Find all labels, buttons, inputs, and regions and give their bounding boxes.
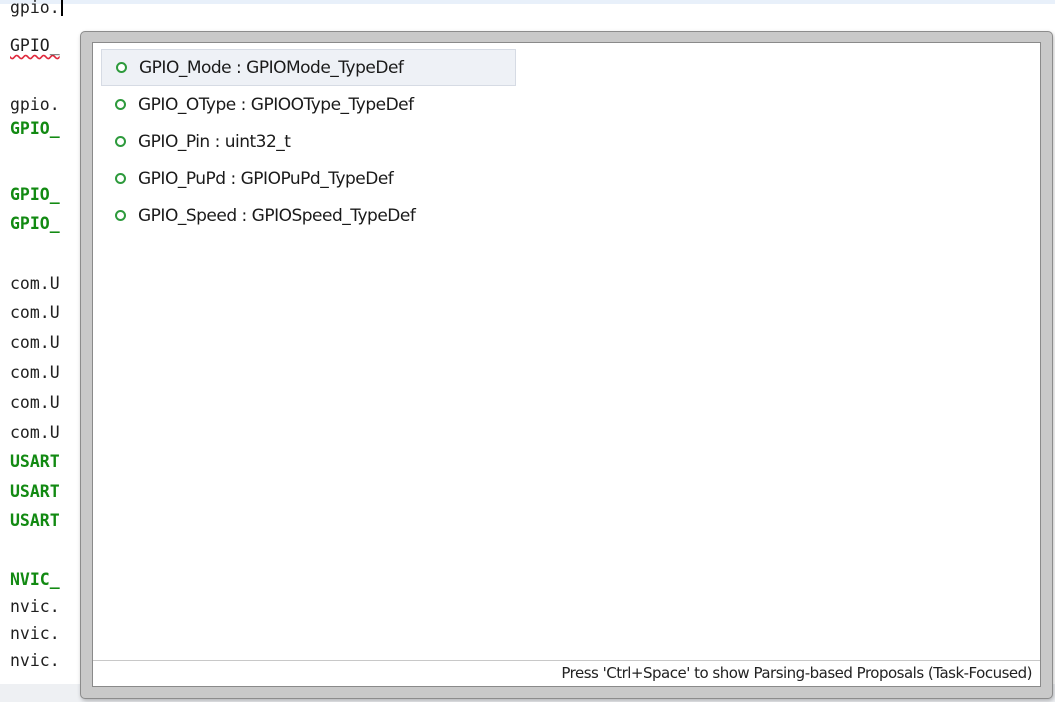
field-icon	[115, 210, 126, 221]
proposal-status-bar: Press 'Ctrl+Space' to show Parsing-based…	[93, 660, 1040, 686]
code-line[interactable]: GPIO_	[10, 118, 60, 140]
code-line[interactable]: gpio.	[10, 94, 60, 116]
proposal-label: GPIO_Pin : uint32_t	[138, 131, 291, 152]
code-line[interactable]: NVIC_	[10, 569, 60, 591]
code-line[interactable]: com.U	[10, 422, 60, 444]
error-squiggle: GPIO_	[10, 36, 60, 55]
proposal-item[interactable]: GPIO_Speed : GPIOSpeed_TypeDef	[101, 197, 1032, 234]
proposal-item[interactable]: GPIO_Pin : uint32_t	[101, 123, 1032, 160]
code-line[interactable]: gpio.	[10, 0, 63, 19]
code-line[interactable]: USART	[10, 510, 60, 532]
code-line[interactable]: com.U	[10, 332, 60, 354]
code-line[interactable]: com.U	[10, 302, 60, 324]
code-line[interactable]: com.U	[10, 362, 60, 384]
code-line[interactable]: com.U	[10, 273, 60, 295]
field-icon	[116, 62, 127, 73]
code-line[interactable]: USART	[10, 451, 60, 473]
proposal-label: GPIO_Mode : GPIOMode_TypeDef	[139, 57, 404, 78]
proposal-label: GPIO_OType : GPIOOType_TypeDef	[138, 94, 414, 115]
proposal-list: GPIO_Mode : GPIOMode_TypeDef GPIO_OType …	[101, 49, 1032, 234]
code-line[interactable]: GPIO_	[10, 213, 60, 235]
code-line[interactable]: nvic.	[10, 596, 60, 618]
proposal-item[interactable]: GPIO_PuPd : GPIOPuPd_TypeDef	[101, 160, 1032, 197]
content-assist-popup: GPIO_Mode : GPIOMode_TypeDef GPIO_OType …	[92, 42, 1041, 687]
code-line[interactable]: com.U	[10, 392, 60, 414]
proposal-item[interactable]: GPIO_Mode : GPIOMode_TypeDef	[101, 49, 516, 86]
field-icon	[115, 99, 126, 110]
code-line[interactable]: USART	[10, 481, 60, 503]
code-line[interactable]: nvic.	[10, 650, 60, 672]
code-line[interactable]: nvic.	[10, 623, 60, 645]
field-icon	[115, 173, 126, 184]
proposal-label: GPIO_PuPd : GPIOPuPd_TypeDef	[138, 168, 394, 189]
code-line[interactable]: GPIO_	[10, 35, 60, 57]
proposal-item[interactable]: GPIO_OType : GPIOOType_TypeDef	[101, 86, 1032, 123]
field-icon	[115, 136, 126, 147]
code-line[interactable]: GPIO_	[10, 184, 60, 206]
text-caret	[60, 0, 63, 16]
proposal-label: GPIO_Speed : GPIOSpeed_TypeDef	[138, 205, 416, 226]
status-hint-text: Press 'Ctrl+Space' to show Parsing-based…	[561, 664, 1032, 682]
editor-top-strip	[0, 0, 1055, 4]
